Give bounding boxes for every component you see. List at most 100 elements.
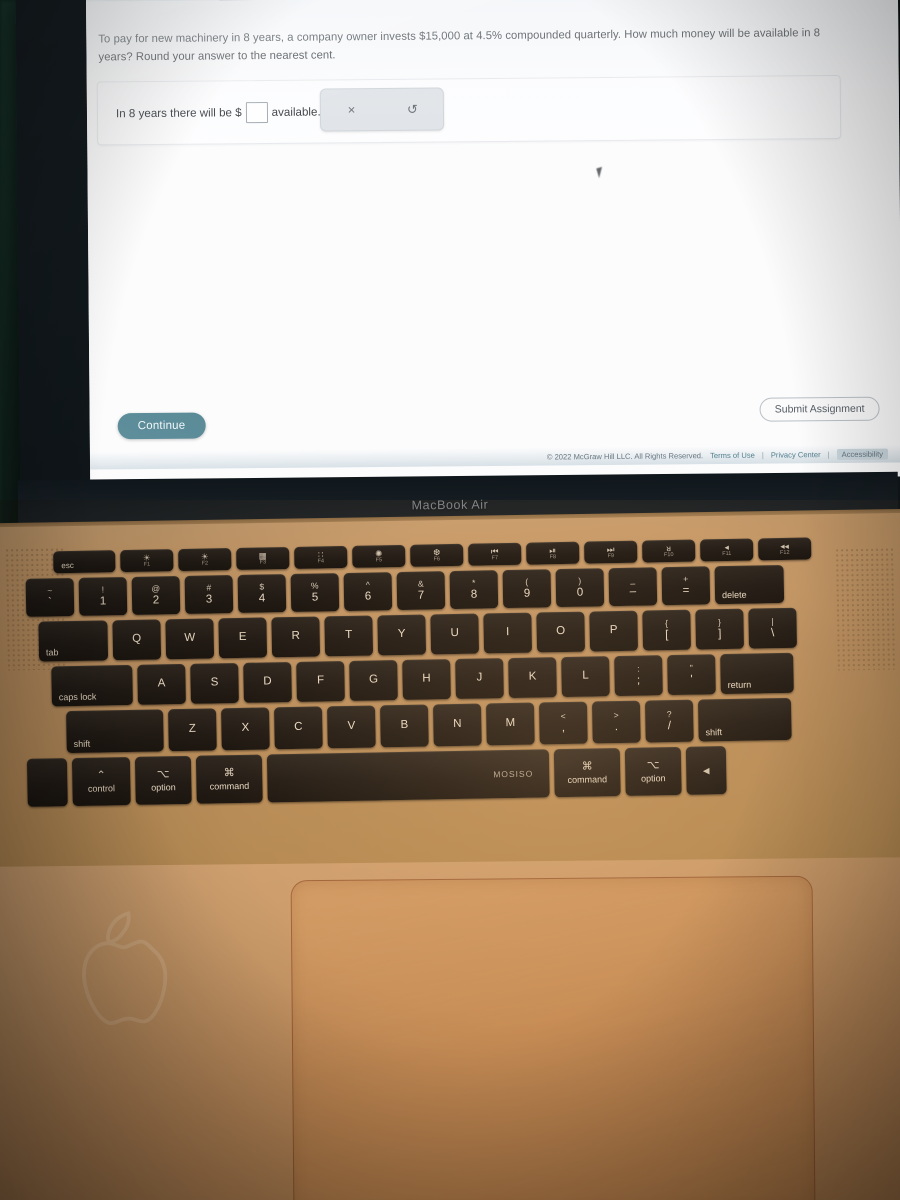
key-x[interactable]: X	[221, 707, 270, 751]
key-f4[interactable]: ∷ F4	[294, 545, 348, 569]
key-backslash[interactable]: | \	[748, 607, 798, 649]
key-return[interactable]: return	[720, 652, 794, 695]
key-v[interactable]: V	[327, 705, 376, 749]
key-4[interactable]: $4	[237, 574, 287, 613]
key-control[interactable]: ⌃ control	[71, 756, 131, 807]
key-shift-left[interactable]: shift	[66, 709, 164, 754]
key-f7[interactable]: ⏮ F7	[468, 542, 522, 566]
key-space[interactable]: MOSISO	[266, 749, 550, 803]
key-caps-lock[interactable]: caps lock	[51, 664, 133, 707]
key-f1[interactable]: ☀ F1	[120, 549, 174, 573]
keyboard-home-row[interactable]: caps lock A S D F G H J K L :; " ' return	[51, 652, 794, 707]
key-1[interactable]: ! 1	[78, 577, 128, 616]
key-label: return	[727, 679, 752, 691]
trackpad[interactable]	[290, 875, 816, 1200]
key-j[interactable]: J	[455, 658, 504, 700]
key-3[interactable]: #3	[184, 575, 234, 614]
key-r[interactable]: R	[271, 616, 321, 658]
key-9[interactable]: (9	[502, 569, 552, 609]
privacy-center-link[interactable]: Privacy Center	[771, 450, 821, 459]
key-command-left[interactable]: ⌘ command	[195, 754, 263, 804]
key-comma[interactable]: <,	[538, 701, 588, 745]
key-option-right[interactable]: ⌥ option	[624, 746, 682, 796]
accessibility-link[interactable]: Accessibility	[836, 448, 889, 460]
photo-of-macbook-screen: 7 8 9 10 11 12 13 14 15 ⚑16 ⚑17 ⚑18 19 2…	[0, 0, 900, 1200]
continue-button[interactable]: Continue	[117, 412, 206, 440]
key-o[interactable]: O	[536, 611, 586, 653]
key-q[interactable]: Q	[112, 619, 162, 661]
key-b[interactable]: B	[379, 704, 429, 748]
key-shift-label: {	[665, 618, 669, 629]
key-f10[interactable]: ᴚ F10	[642, 539, 696, 563]
key-c[interactable]: C	[274, 706, 323, 750]
key-u[interactable]: U	[430, 613, 480, 655]
key-h[interactable]: H	[402, 659, 451, 700]
key-g[interactable]: G	[349, 660, 398, 701]
key-f11[interactable]: ◂ F11	[700, 538, 754, 562]
clear-icon[interactable]: ×	[336, 97, 366, 123]
key-y[interactable]: Y	[377, 614, 427, 656]
key-f3[interactable]: ▦ F3	[236, 547, 290, 570]
key-command-right[interactable]: ⌘ command	[553, 748, 621, 798]
key-5[interactable]: % 5	[290, 573, 340, 613]
key-f8[interactable]: ⏯ F8	[526, 541, 580, 565]
undo-icon[interactable]: ↺	[397, 96, 427, 122]
apple-logo-icon	[82, 911, 168, 1026]
key-delete[interactable]: delete	[714, 564, 785, 605]
key-a[interactable]: A	[137, 663, 186, 705]
key-minus[interactable]: _ –	[608, 567, 658, 607]
key-arrow-left[interactable]: ◀	[685, 746, 727, 795]
key-tab[interactable]: tab	[38, 620, 109, 662]
key-f12[interactable]: ◂◂ F12	[757, 537, 812, 561]
key-m[interactable]: M	[485, 702, 535, 746]
key-shift-right[interactable]: shift	[697, 697, 792, 742]
key-bracket-right[interactable]: }]	[695, 608, 745, 650]
key-e[interactable]: E	[218, 617, 268, 659]
key-l[interactable]: L	[561, 656, 610, 698]
key-f9[interactable]: ⏭ F9	[584, 540, 638, 564]
key-6[interactable]: ^ 6	[343, 572, 393, 612]
key-s[interactable]: S	[190, 662, 239, 704]
key-f6[interactable]: ❆ F6	[410, 543, 464, 567]
key-8[interactable]: * 8	[449, 570, 499, 610]
key-w[interactable]: W	[165, 618, 215, 660]
key-bracket-left[interactable]: {[	[642, 609, 692, 651]
key-z[interactable]: Z	[168, 708, 217, 752]
key-p[interactable]: P	[589, 610, 639, 652]
key-backtick[interactable]: ~ `	[25, 577, 75, 617]
key-semicolon[interactable]: :;	[614, 655, 663, 697]
keyboard-qwerty-row[interactable]: tab Q W E R T Y U I O P {[ }] | \	[38, 607, 798, 662]
key-period[interactable]: >.	[591, 700, 641, 744]
command-symbol-icon: ⌘	[581, 760, 593, 773]
keyboard-modifier-row[interactable]: ⌃ control ⌥ option ⌘ command MOSISO ⌘ comman…	[26, 746, 727, 807]
footer-separator: |	[761, 450, 764, 460]
key-0[interactable]: ) 0	[555, 568, 605, 608]
keyboard[interactable]: esc ☀ F1 ☀ F2 ▦ F3 ∷ F4 ✺ F5 ❆ F6 ⏮ F7 ⏯ F8 ⏭ F9 …	[15, 532, 897, 878]
key-d[interactable]: D	[243, 662, 292, 703]
key-shift-label: <	[560, 710, 566, 722]
key-i[interactable]: I	[483, 612, 533, 654]
key-label: U	[450, 627, 459, 640]
answer-input[interactable]	[245, 101, 268, 124]
key-f2[interactable]: ☀ F2	[178, 548, 232, 572]
key-slash[interactable]: ? /	[644, 699, 694, 743]
terms-of-use-link[interactable]: Terms of Use	[710, 450, 755, 459]
key-esc[interactable]: esc	[53, 550, 116, 574]
key-fn[interactable]	[26, 758, 68, 807]
key-quote[interactable]: " '	[667, 654, 716, 696]
key-f5[interactable]: ✺ F5	[352, 544, 406, 568]
submit-assignment-button[interactable]: Submit Assignment	[759, 396, 880, 422]
key-label: S	[210, 676, 219, 689]
key-label: –	[629, 585, 637, 598]
key-7[interactable]: & 7	[396, 571, 446, 611]
control-symbol-icon: ⌃	[96, 768, 106, 782]
keyboard-bottom-letter-row[interactable]: shift Z X C V B N M <, >. ? / shift	[66, 697, 792, 754]
next-track-icon: ⏭	[606, 543, 615, 554]
key-k[interactable]: K	[508, 657, 557, 699]
key-option-left[interactable]: ⌥ option	[134, 755, 192, 805]
key-2[interactable]: @2	[131, 576, 181, 615]
key-t[interactable]: T	[324, 615, 374, 657]
key-f[interactable]: F	[296, 661, 345, 702]
key-equals[interactable]: + =	[661, 566, 711, 606]
key-n[interactable]: N	[432, 703, 482, 747]
